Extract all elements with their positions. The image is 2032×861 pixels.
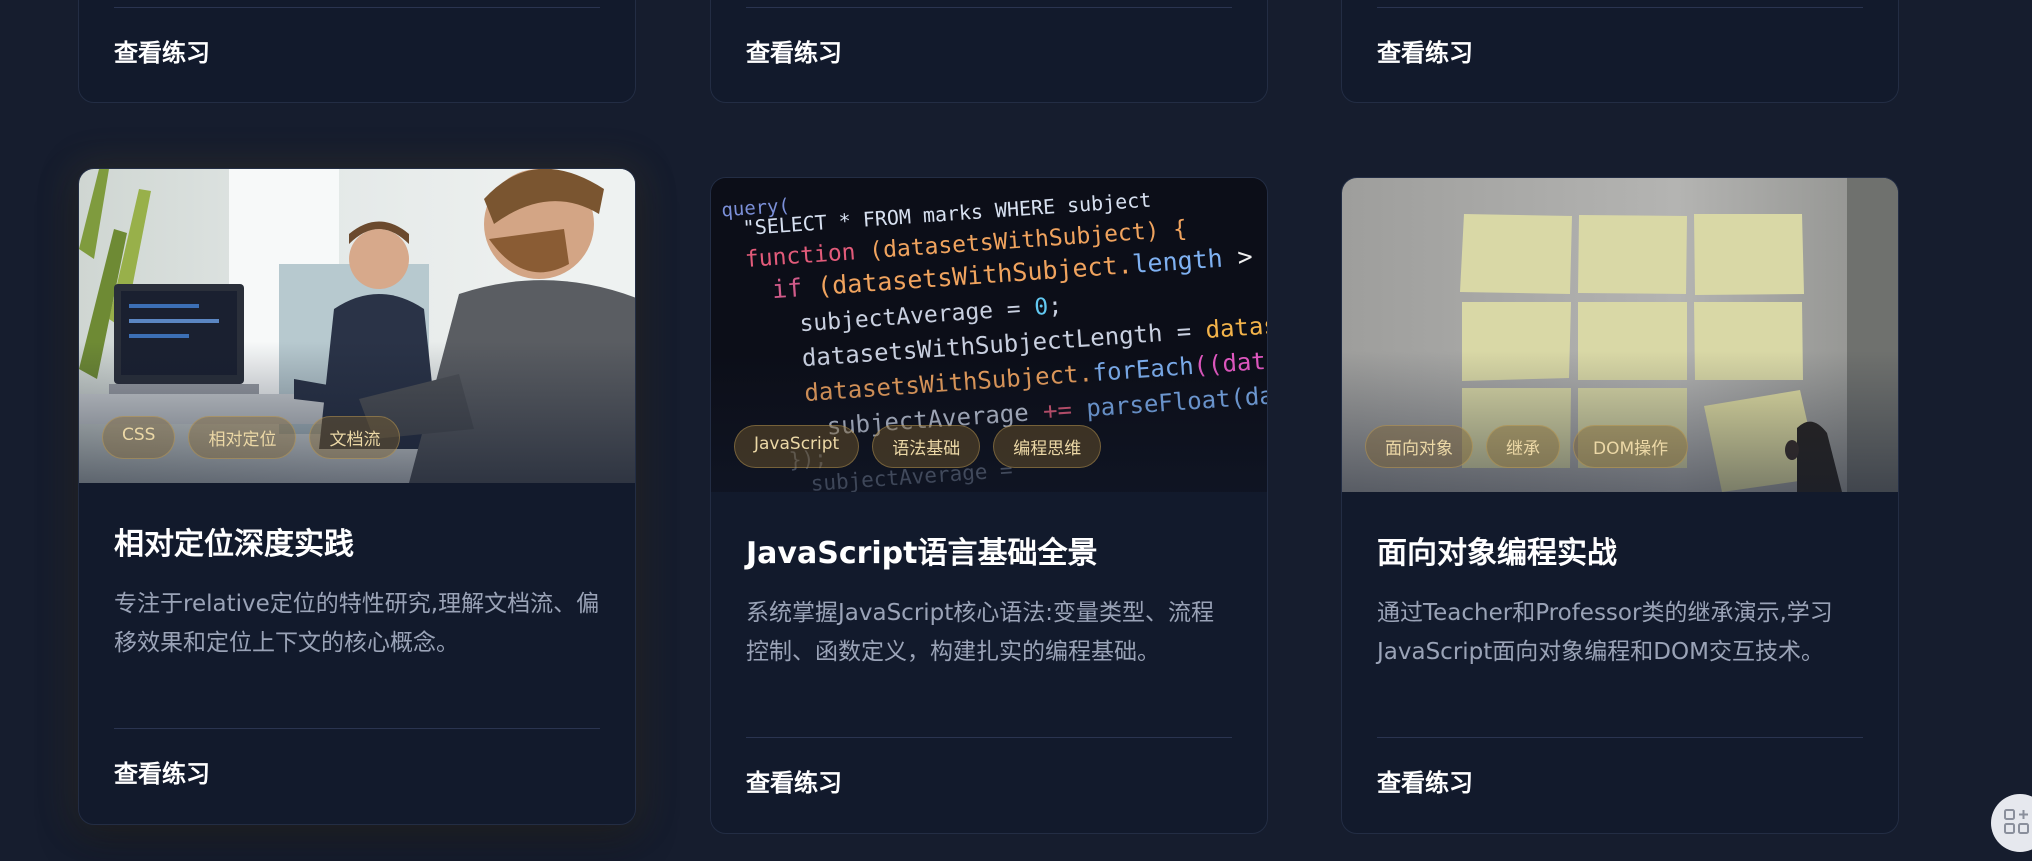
tag-chip[interactable]: 文档流: [309, 416, 401, 459]
apps-grid-icon: [2004, 809, 2029, 834]
card-divider: [746, 7, 1232, 8]
view-practice-link[interactable]: 查看练习: [1377, 763, 1473, 798]
tag-chip[interactable]: JavaScript: [734, 425, 860, 468]
card-title: 相对定位深度实践: [114, 527, 354, 562]
card-title: 面向对象编程实战: [1377, 536, 1617, 571]
view-practice-link[interactable]: 查看练习: [1377, 33, 1473, 68]
course-card-relative-positioning[interactable]: CSS 相对定位 文档流 相对定位深度实践 专注于relative定位的特性研究…: [78, 168, 636, 825]
course-card-top-1: 查看练习: [78, 0, 636, 103]
card-description: 系统掌握JavaScript核心语法:变量类型、流程控制、函数定义，构建扎实的编…: [746, 600, 1215, 665]
card-description: 通过Teacher和Professor类的继承演示,学习JavaScript面向…: [1377, 600, 1833, 665]
view-practice-link[interactable]: 查看练习: [746, 763, 842, 798]
card-divider: [1377, 7, 1863, 8]
tag-list: 面向对象 继承 DOM操作: [1365, 425, 1689, 468]
card-divider: [114, 728, 600, 729]
course-card-top-3: 查看练习: [1341, 0, 1899, 103]
card-divider: [1377, 737, 1863, 738]
tag-chip[interactable]: 编程思维: [993, 425, 1102, 468]
card-divider: [114, 7, 600, 8]
card-divider: [746, 737, 1232, 738]
tag-chip[interactable]: 继承: [1486, 425, 1560, 468]
course-card-top-2: 查看练习: [710, 0, 1268, 103]
tag-chip[interactable]: 面向对象: [1365, 425, 1473, 468]
view-practice-link[interactable]: 查看练习: [114, 33, 210, 68]
card-description: 专注于relative定位的特性研究,理解文档流、偏移效果和定位上下文的核心概念…: [114, 591, 600, 656]
tag-chip[interactable]: CSS: [102, 416, 176, 459]
tag-chip[interactable]: 相对定位: [188, 416, 297, 459]
course-card-oop-practice[interactable]: 面向对象 继承 DOM操作 面向对象编程实战 通过Teacher和Profess…: [1341, 177, 1899, 834]
sticky-notes-photo: 面向对象 继承 DOM操作: [1342, 178, 1898, 492]
code-screen-photo: query( "SELECT * FROM marks WHERE subjec…: [711, 178, 1267, 492]
people-coding-photo: CSS 相对定位 文档流: [79, 169, 635, 483]
tag-chip[interactable]: 语法基础: [872, 425, 981, 468]
course-card-javascript-basics[interactable]: query( "SELECT * FROM marks WHERE subjec…: [710, 177, 1268, 834]
tag-list: JavaScript 语法基础 编程思维: [734, 425, 1102, 468]
tag-list: CSS 相对定位 文档流: [102, 416, 401, 459]
card-title: JavaScript语言基础全景: [746, 536, 1098, 571]
apps-fab-button[interactable]: [1991, 794, 2032, 852]
tag-chip[interactable]: DOM操作: [1573, 425, 1689, 468]
view-practice-link[interactable]: 查看练习: [746, 33, 842, 68]
view-practice-link[interactable]: 查看练习: [114, 754, 210, 789]
